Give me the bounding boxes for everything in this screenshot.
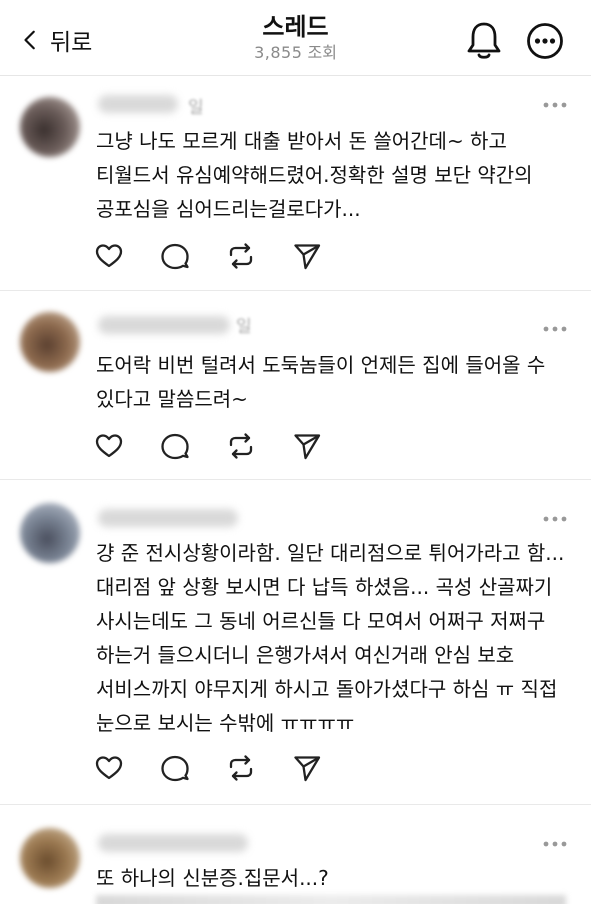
send-icon bbox=[294, 434, 321, 460]
thread-post: 또 하나의 신분증.집문서...? bbox=[0, 806, 591, 904]
avatar[interactable] bbox=[20, 503, 80, 563]
repost-button[interactable] bbox=[224, 751, 258, 785]
username-blurred[interactable] bbox=[98, 509, 238, 527]
share-button[interactable] bbox=[290, 751, 324, 785]
thread-post: 걍 준 전시상황이라함. 일단 대리점으로 튀어가라고 함... 대리점 앞 상… bbox=[0, 481, 591, 805]
share-button[interactable] bbox=[290, 429, 324, 463]
like-button[interactable] bbox=[92, 429, 126, 463]
share-button[interactable] bbox=[290, 239, 324, 273]
post-text: 그냥 나도 모르게 대출 받아서 돈 쓸어간데~ 하고 티월드서 유심예약해드렸… bbox=[96, 129, 533, 221]
avatar[interactable] bbox=[20, 312, 80, 372]
thread-post: 일 도어락 비번 털려서 도둑놈들이 언제든 집에 들어올 수 있다고 말씀드려… bbox=[0, 292, 591, 480]
next-line-blurred bbox=[96, 895, 566, 904]
username-blurred[interactable] bbox=[98, 316, 230, 334]
like-button[interactable] bbox=[92, 751, 126, 785]
send-icon bbox=[294, 756, 321, 782]
heart-icon bbox=[95, 756, 123, 780]
post-text: 또 하나의 신분증.집문서...? bbox=[96, 866, 329, 890]
post-actions bbox=[92, 751, 356, 785]
view-count-number: 3,855 bbox=[254, 43, 303, 62]
post-text: 걍 준 전시상황이라함. 일단 대리점으로 튀어가라고 함... 대리점 앞 상… bbox=[96, 541, 565, 735]
comment-icon bbox=[161, 433, 189, 460]
reply-button[interactable] bbox=[158, 751, 192, 785]
bell-icon[interactable] bbox=[465, 20, 503, 60]
more-horizontal-icon[interactable] bbox=[542, 514, 568, 524]
post-text: 도어락 비번 털려서 도둑놈들이 언제든 집에 들어올 수 있다고 말씀드려~ bbox=[96, 353, 546, 411]
thread-post: 일 그냥 나도 모르게 대출 받아서 돈 쓸어간데~ 하고 티월드서 유심예약해… bbox=[0, 77, 591, 291]
post-actions bbox=[92, 239, 356, 273]
reply-button[interactable] bbox=[158, 429, 192, 463]
avatar[interactable] bbox=[20, 97, 80, 157]
username-blurred[interactable] bbox=[98, 95, 178, 113]
heart-icon bbox=[95, 434, 123, 458]
avatar[interactable] bbox=[20, 828, 80, 888]
repost-icon bbox=[229, 433, 253, 459]
username-blurred[interactable] bbox=[98, 834, 248, 852]
repost-icon bbox=[229, 755, 253, 781]
more-circle-icon[interactable] bbox=[526, 22, 564, 60]
comment-icon bbox=[161, 755, 189, 782]
thread-header: 뒤로 스레드 3,855 조회 bbox=[0, 0, 591, 76]
comment-icon bbox=[161, 243, 189, 270]
heart-icon bbox=[95, 244, 123, 268]
repost-button[interactable] bbox=[224, 429, 258, 463]
repost-button[interactable] bbox=[224, 239, 258, 273]
send-icon bbox=[294, 244, 321, 270]
view-count-unit: 조회 bbox=[307, 43, 337, 62]
post-actions bbox=[92, 429, 356, 463]
post-time: 일 bbox=[188, 98, 204, 118]
repost-icon bbox=[229, 243, 253, 269]
more-horizontal-icon[interactable] bbox=[542, 839, 568, 849]
post-time: 일 bbox=[236, 317, 252, 337]
more-horizontal-icon[interactable] bbox=[542, 100, 568, 110]
more-horizontal-icon[interactable] bbox=[542, 324, 568, 334]
like-button[interactable] bbox=[92, 239, 126, 273]
reply-button[interactable] bbox=[158, 239, 192, 273]
